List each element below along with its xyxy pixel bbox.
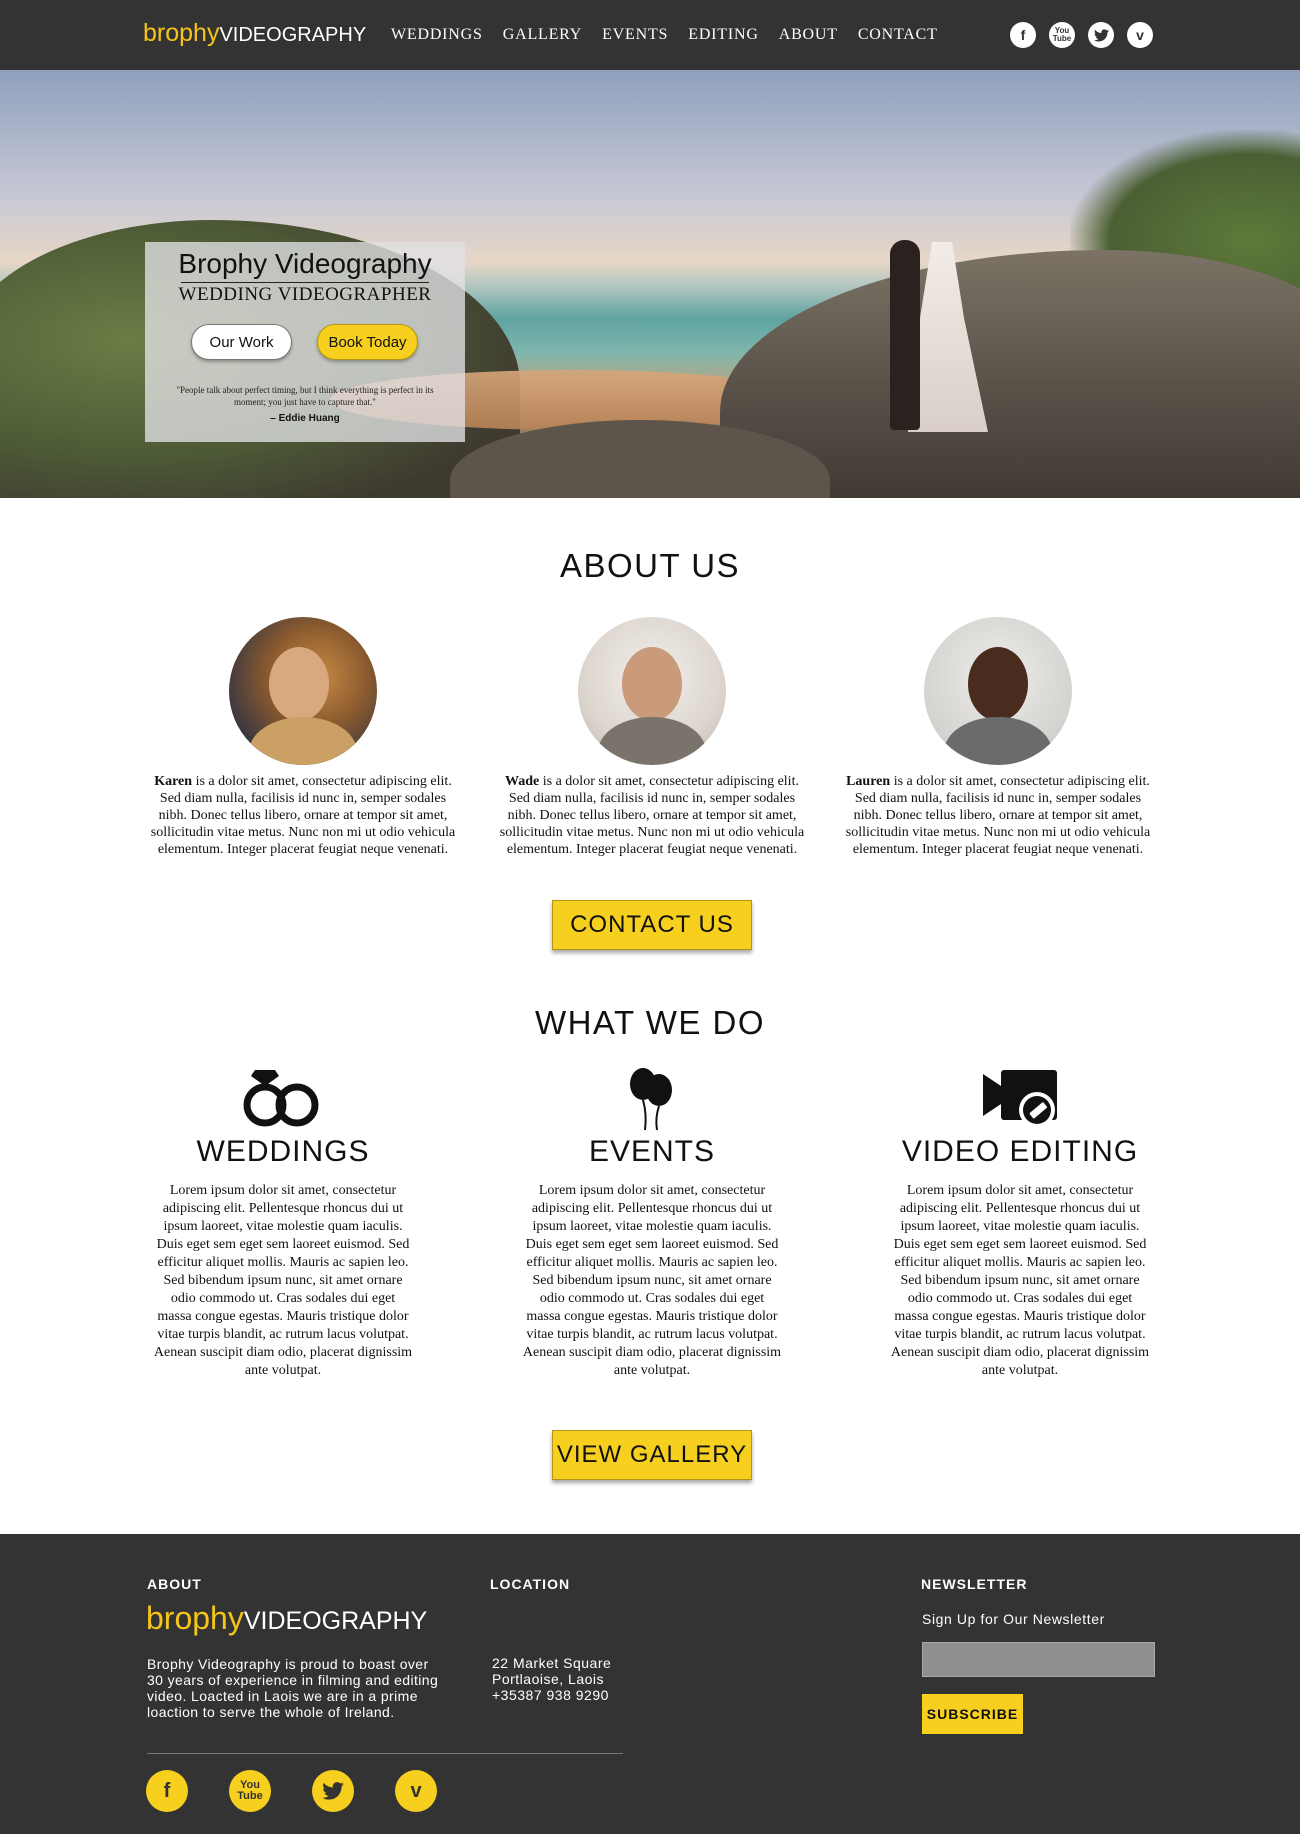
book-today-button[interactable]: Book Today: [317, 324, 418, 360]
phone-number: +35387 938 9290: [492, 1687, 609, 1703]
twitter-icon[interactable]: [1088, 22, 1114, 48]
footer-logo-word: VIDEOGRAPHY: [243, 1607, 428, 1635]
member-bio-text: is a dolor sit amet, consectetur adipisc…: [150, 774, 456, 857]
nav-link-contact[interactable]: CONTACT: [858, 24, 938, 46]
avatar-face: [269, 647, 329, 721]
logo-brand: brophy: [143, 19, 220, 47]
vimeo-icon[interactable]: v: [1127, 22, 1153, 48]
avatar: [578, 617, 726, 765]
top-nav: brophyVIDEOGRAPHY WEDDINGS GALLERY EVENT…: [0, 0, 1300, 70]
hero-quote-author: – Eddie Huang: [270, 413, 340, 424]
service-description: Lorem ipsum dolor sit amet, consectetur …: [522, 1183, 782, 1378]
rings-icon: [123, 1066, 443, 1132]
avatar-vest: [598, 717, 706, 765]
footer-logo[interactable]: brophyVIDEOGRAPHY: [146, 1600, 427, 1639]
nav-link-editing[interactable]: EDITING: [688, 24, 758, 46]
bride-figure: [908, 242, 988, 432]
facebook-icon[interactable]: f: [1010, 22, 1036, 48]
facebook-icon[interactable]: f: [146, 1770, 188, 1812]
video-edit-icon: [860, 1066, 1180, 1132]
team-member-lauren: Lauren is a dolor sit amet, consectetur …: [843, 617, 1153, 858]
hero-couple-image: [880, 230, 990, 445]
nav-social-links: f You Tube v: [1010, 22, 1166, 48]
address-line-1: 22 Market Square: [492, 1655, 612, 1671]
view-gallery-button[interactable]: VIEW GALLERY: [552, 1430, 752, 1480]
service-description: Lorem ipsum dolor sit amet, consectetur …: [153, 1183, 413, 1378]
services-heading: WHAT WE DO: [534, 1004, 766, 1041]
our-work-button[interactable]: Our Work: [191, 324, 292, 360]
service-title: WEDDINGS: [196, 1135, 370, 1168]
service-title: VIDEO EDITING: [901, 1135, 1139, 1168]
logo-word: VIDEOGRAPHY: [219, 24, 367, 46]
avatar: [924, 617, 1072, 765]
member-bio: Karen is a dolor sit amet, consectetur a…: [148, 773, 458, 858]
groom-figure: [890, 240, 920, 430]
hero-banner: Brophy Videography WEDDING VIDEOGRAPHER …: [0, 70, 1300, 498]
avatar-hair: [249, 717, 357, 765]
vimeo-icon[interactable]: v: [395, 1770, 437, 1812]
service-description: Lorem ipsum dolor sit amet, consectetur …: [890, 1183, 1150, 1378]
avatar-face: [622, 647, 682, 721]
footer-address: 22 Market Square Portlaoise, Laois +3538…: [492, 1655, 611, 1703]
service-title: EVENTS: [588, 1135, 716, 1168]
hero-title: Brophy Videography: [178, 248, 432, 279]
avatar-face: [968, 647, 1028, 721]
hero-divider: [181, 282, 429, 283]
newsletter-label: Sign Up for Our Newsletter: [922, 1611, 1105, 1627]
member-name: Wade: [505, 774, 540, 789]
youtube-icon[interactable]: You Tube: [229, 1770, 271, 1812]
avatar-shirt: [944, 717, 1052, 765]
footer-about-text: Brophy Videography is proud to boast ove…: [147, 1656, 439, 1720]
subscribe-button[interactable]: SUBSCRIBE: [922, 1694, 1023, 1734]
youtube-icon[interactable]: You Tube: [1049, 22, 1075, 48]
balloons-icon: [492, 1066, 812, 1132]
footer-social-links: f You Tube v: [146, 1770, 478, 1812]
service-video-editing: VIDEO EDITING Lorem ipsum dolor sit amet…: [860, 1066, 1180, 1380]
nav-link-weddings[interactable]: WEDDINGS: [391, 24, 483, 46]
hero-subtitle: WEDDING VIDEOGRAPHER: [178, 284, 432, 305]
member-name: Karen: [154, 774, 193, 789]
avatar: [229, 617, 377, 765]
member-bio: Wade is a dolor sit amet, consectetur ad…: [497, 773, 807, 858]
service-weddings: WEDDINGS Lorem ipsum dolor sit amet, con…: [123, 1066, 443, 1380]
address-line-2: Portlaoise, Laois: [492, 1671, 605, 1687]
nav-link-gallery[interactable]: GALLERY: [503, 24, 582, 46]
member-bio-text: is a dolor sit amet, consectetur adipisc…: [845, 774, 1151, 857]
hero-quote: "People talk about perfect timing, but I…: [176, 385, 434, 407]
member-name: Lauren: [846, 774, 891, 789]
main-menu: WEDDINGS GALLERY EVENTS EDITING ABOUT CO…: [391, 24, 958, 46]
service-events: EVENTS Lorem ipsum dolor sit amet, conse…: [492, 1066, 812, 1380]
site-logo[interactable]: brophyVIDEOGRAPHY: [143, 18, 366, 50]
footer-location-heading: LOCATION: [490, 1576, 571, 1592]
footer-about-heading: ABOUT: [147, 1576, 202, 1592]
team-member-wade: Wade is a dolor sit amet, consectetur ad…: [497, 617, 807, 858]
newsletter-email-input[interactable]: [922, 1642, 1155, 1677]
member-bio-text: is a dolor sit amet, consectetur adipisc…: [499, 774, 805, 857]
twitter-icon[interactable]: [312, 1770, 354, 1812]
member-bio: Lauren is a dolor sit amet, consectetur …: [843, 773, 1153, 858]
nav-link-events[interactable]: EVENTS: [602, 24, 668, 46]
contact-us-button[interactable]: CONTACT US: [552, 900, 752, 950]
footer-logo-brand: brophy: [146, 1600, 244, 1636]
hero-card: Brophy Videography WEDDING VIDEOGRAPHER …: [145, 242, 465, 442]
nav-link-about[interactable]: ABOUT: [779, 24, 838, 46]
footer-newsletter-heading: NEWSLETTER: [921, 1576, 1028, 1592]
footer-divider: [147, 1753, 623, 1754]
team-member-karen: Karen is a dolor sit amet, consectetur a…: [148, 617, 458, 858]
about-heading: ABOUT US: [559, 547, 741, 584]
site-footer: ABOUT brophyVIDEOGRAPHY Brophy Videograp…: [0, 1534, 1300, 1834]
